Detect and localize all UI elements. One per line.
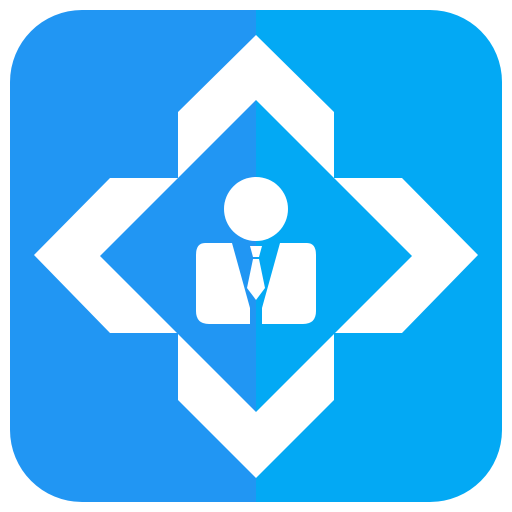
business-person-badge-icon — [10, 10, 502, 502]
app-icon-canvas — [0, 0, 512, 512]
person-head — [224, 177, 288, 241]
